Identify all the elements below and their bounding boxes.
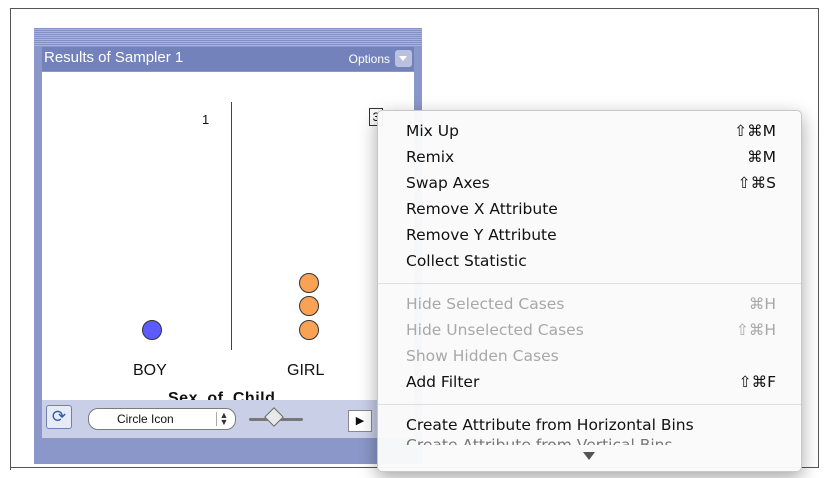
menu-item-label: Remove X Attribute xyxy=(406,200,558,218)
pointer-icon[interactable]: ▶ xyxy=(348,410,372,432)
count-label: 1 xyxy=(202,112,210,127)
menu-item-label: Remove Y Attribute xyxy=(406,226,557,244)
menu-item-remix[interactable]: Remix ⌘M xyxy=(406,145,776,171)
menu-item-label: Collect Statistic xyxy=(406,252,527,270)
menu-item-shortcut: ⇧⌘M xyxy=(734,122,776,140)
boy-case-dot[interactable] xyxy=(142,320,162,340)
icon-type-select-value: Circle Icon xyxy=(117,412,174,426)
menu-item-add-filter[interactable]: Add Filter ⇧⌘F xyxy=(406,370,776,396)
category-divider-line xyxy=(231,102,232,350)
options-label[interactable]: Options xyxy=(349,52,390,66)
menu-item-shortcut: ⌘M xyxy=(747,148,776,166)
menu-item-swap-axes[interactable]: Swap Axes ⇧⌘S xyxy=(406,171,776,197)
menu-item-mix-up[interactable]: Mix Up ⇧⌘M xyxy=(406,119,776,145)
category-label-girl: GIRL xyxy=(287,362,325,379)
menu-separator xyxy=(378,283,801,284)
menu-item-label: Show Hidden Cases xyxy=(406,347,559,365)
chevron-down-icon xyxy=(399,56,407,61)
options-context-menu: Mix Up ⇧⌘M Remix ⌘M Swap Axes ⇧⌘S Remove… xyxy=(377,110,802,472)
icon-size-slider-thumb[interactable] xyxy=(264,407,284,427)
girl-case-dot[interactable] xyxy=(299,273,319,293)
menu-item-label: Mix Up xyxy=(406,122,459,140)
menu-item-label: Swap Axes xyxy=(406,174,490,192)
menu-item-shortcut: ⇧⌘F xyxy=(738,373,776,391)
menu-item-remove-x-attribute[interactable]: Remove X Attribute xyxy=(406,197,776,223)
category-label-boy: BOY xyxy=(133,362,167,379)
menu-item-label: Add Filter xyxy=(406,373,480,391)
menu-item-label: Hide Selected Cases xyxy=(406,295,565,313)
panel-control-bar: ⟳ Circle Icon ▲ ▼ ▶ xyxy=(42,400,414,438)
refresh-icon[interactable]: ⟳ xyxy=(46,405,72,429)
frame-edge xyxy=(10,455,11,470)
menu-item-shortcut: ⇧⌘S xyxy=(737,174,776,192)
girl-case-dot[interactable] xyxy=(299,296,319,316)
panel-drag-grip[interactable] xyxy=(34,28,422,46)
menu-item-collect-statistic[interactable]: Collect Statistic xyxy=(406,249,776,275)
scroll-down-arrow-icon[interactable] xyxy=(583,452,595,460)
menu-item-label: Remix xyxy=(406,148,455,166)
menu-item-label: Create Attribute from Horizontal Bins xyxy=(406,416,694,434)
sampler-results-panel: Results of Sampler 1 Options 1 3 BOY GIR… xyxy=(34,28,422,464)
girl-case-dot[interactable] xyxy=(299,320,319,340)
options-dropdown-button[interactable] xyxy=(395,50,412,67)
menu-item-show-hidden-cases[interactable]: Show Hidden Cases xyxy=(406,344,776,370)
panel-titlebar[interactable]: Results of Sampler 1 Options xyxy=(42,47,414,71)
panel-title: Results of Sampler 1 xyxy=(44,49,184,66)
menu-item-label: Hide Unselected Cases xyxy=(406,321,584,339)
menu-item-hide-unselected-cases[interactable]: Hide Unselected Cases ⇧⌘H xyxy=(406,318,776,344)
menu-item-partially-hidden: Create Attribute from Vertical Bins xyxy=(406,436,673,445)
menu-item-shortcut: ⇧⌘H xyxy=(735,321,776,339)
menu-item-shortcut: ⌘H xyxy=(748,295,776,313)
select-arrows-icon: ▲ ▼ xyxy=(216,411,231,427)
menu-item-hide-selected-cases[interactable]: Hide Selected Cases ⌘H xyxy=(406,292,776,318)
menu-item-remove-y-attribute[interactable]: Remove Y Attribute xyxy=(406,223,776,249)
menu-separator xyxy=(378,404,801,405)
dot-plot-area[interactable]: 1 3 BOY GIRL Sex_of_Child xyxy=(42,72,414,407)
icon-type-select[interactable]: Circle Icon ▲ ▼ xyxy=(88,408,236,430)
